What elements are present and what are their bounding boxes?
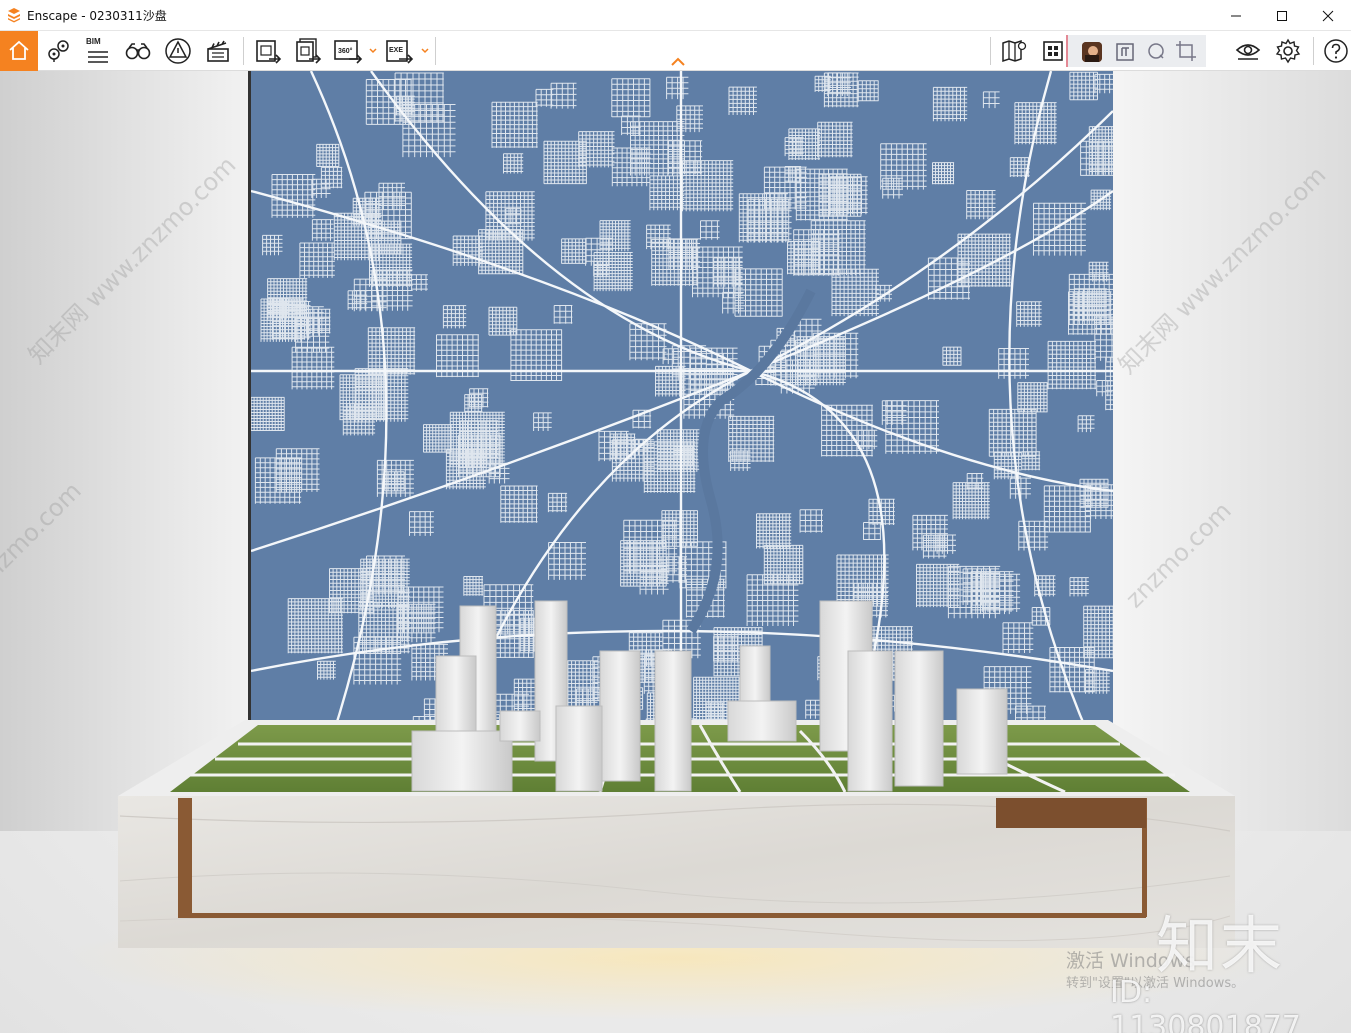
exe-label: EXE <box>389 47 403 54</box>
safe-frame-icon <box>165 38 191 64</box>
title-bar: Enscape - 0230311沙盘 <box>0 0 1351 31</box>
minimize-button[interactable] <box>1213 0 1259 31</box>
toolbar-separator <box>243 37 244 65</box>
views-button[interactable] <box>42 35 74 67</box>
window-controls <box>1213 0 1351 31</box>
exe-dropdown-caret-icon[interactable] <box>420 45 430 57</box>
bronze-plate <box>996 798 1146 828</box>
render-viewport[interactable]: 知末网 www.znzmo.com 知末网 www.znzmo.com znzm… <box>0 71 1351 1033</box>
window-title: Enscape - 0230311沙盘 <box>27 8 167 23</box>
home-icon <box>9 40 29 60</box>
crop-button[interactable] <box>1170 35 1202 67</box>
material-editor-icon <box>1116 43 1134 61</box>
brand-watermark: 知末 <box>1156 909 1285 982</box>
search-button[interactable] <box>1140 35 1172 67</box>
home-button[interactable] <box>0 31 38 71</box>
walk-mode-button[interactable] <box>122 35 154 67</box>
exe-export-icon: EXE <box>386 40 414 64</box>
visibility-eye-icon <box>1235 44 1261 60</box>
batch-render-button[interactable] <box>292 35 324 67</box>
settings-button[interactable] <box>1272 35 1304 67</box>
asset-library-icon <box>1043 41 1063 61</box>
help-icon <box>1324 39 1348 63</box>
toolbar-separator <box>435 37 436 65</box>
crop-icon <box>1176 41 1196 61</box>
bronze-strip-left <box>178 798 192 917</box>
help-button[interactable] <box>1320 35 1351 67</box>
exe-export-button[interactable]: EXE <box>384 35 416 67</box>
user-avatar[interactable] <box>1082 42 1102 62</box>
search-icon <box>1148 43 1164 59</box>
toolbar-separator <box>990 37 991 65</box>
bronze-strip-bottom <box>178 913 1146 918</box>
video-editor-button[interactable] <box>202 35 234 67</box>
minimize-icon <box>1231 15 1241 16</box>
sandbox-model <box>118 600 1235 948</box>
material-editor-button[interactable] <box>1110 35 1142 67</box>
collapse-toolbar-icon[interactable] <box>670 57 686 67</box>
safe-frame-button[interactable] <box>162 35 194 67</box>
visual-settings-button[interactable] <box>1232 35 1264 67</box>
maximize-button[interactable] <box>1259 0 1305 31</box>
panorama-dropdown-caret-icon[interactable] <box>368 45 378 57</box>
screenshot-button[interactable] <box>252 35 284 67</box>
close-icon <box>1322 10 1334 21</box>
avatar-image <box>1082 42 1102 62</box>
asset-library-button[interactable] <box>1036 35 1068 67</box>
panorama-button[interactable]: 360° <box>332 35 364 67</box>
toolbar-separator <box>1313 37 1314 65</box>
map-icon <box>1002 39 1027 63</box>
screenshot-export-icon <box>256 40 282 64</box>
maximize-icon <box>1277 10 1287 21</box>
image-id: ID: 1130801877 <box>1110 975 1301 1033</box>
clapperboard-icon <box>207 40 229 62</box>
binoculars-icon <box>125 43 151 60</box>
bim-label: BIM <box>86 37 101 46</box>
batch-render-icon <box>296 38 322 64</box>
panorama-360-icon: 360° <box>334 40 363 64</box>
close-button[interactable] <box>1305 0 1351 31</box>
map-button[interactable] <box>998 35 1030 67</box>
panorama-label: 360° <box>338 47 353 55</box>
enscape-logo-icon <box>8 8 20 23</box>
location-pins-icon <box>48 40 69 62</box>
settings-gear-icon <box>1275 38 1301 64</box>
